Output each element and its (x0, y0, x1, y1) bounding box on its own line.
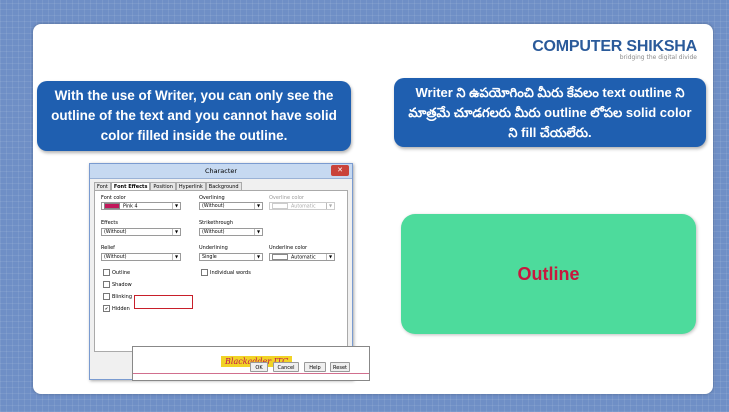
chevron-down-icon: ▼ (254, 229, 262, 235)
strikethrough-select[interactable]: (Without) ▼ (199, 228, 263, 236)
telugu-instruction-text: Writer ని ఉపయోగించి మీరు కేవలం text outl… (408, 84, 692, 140)
preview-underline (133, 373, 369, 374)
answer-box: Outline (401, 214, 696, 334)
font-color-label: Font color (101, 195, 126, 201)
overline-color-value: Automatic (291, 204, 316, 210)
checkbox-box (103, 293, 110, 300)
relief-label: Relief (101, 245, 115, 251)
chevron-down-icon: ▼ (326, 203, 334, 209)
strikethrough-label: Strikethrough (199, 220, 234, 226)
dialog-title: Character (204, 167, 238, 175)
underlining-label: Underlining (199, 245, 228, 251)
effects-select[interactable]: (Without) ▼ (101, 228, 181, 236)
chevron-down-icon: ▼ (254, 203, 262, 209)
checkbox-box (103, 269, 110, 276)
underline-color-select[interactable]: Automatic ▼ (269, 253, 335, 261)
effects-label: Effects (101, 220, 118, 226)
font-color-select[interactable]: Pink 4 ▼ (101, 202, 181, 210)
english-instruction-callout: With the use of Writer, you can only see… (37, 81, 351, 151)
reset-button[interactable]: Reset (330, 362, 350, 372)
font-color-swatch (104, 203, 120, 209)
chevron-down-icon: ▼ (172, 203, 180, 209)
shadow-checkbox[interactable]: Shadow (103, 281, 132, 288)
overlining-select[interactable]: (Without) ▼ (199, 202, 263, 210)
chevron-down-icon: ▼ (172, 229, 180, 235)
blinking-checkbox[interactable]: Blinking (103, 293, 132, 300)
overline-color-label: Overline color (269, 195, 304, 201)
character-dialog: Character ✕ Font Font Effects Position H… (89, 163, 370, 381)
chevron-down-icon: ▼ (254, 254, 262, 260)
underline-color-swatch (272, 254, 288, 260)
close-icon[interactable]: ✕ (331, 165, 349, 176)
relief-value: (Without) (104, 255, 127, 260)
font-color-value: Pink 4 (123, 204, 138, 210)
check-icon: ✔ (103, 305, 110, 312)
relief-select[interactable]: (Without) ▼ (101, 253, 181, 261)
telugu-instruction-callout: Writer ని ఉపయోగించి మీరు కేవలం text outl… (394, 78, 706, 147)
overlining-label: Overlining (199, 195, 225, 201)
underlining-value: Single (202, 255, 217, 260)
checkbox-box (201, 269, 208, 276)
effects-value: (Without) (104, 230, 127, 235)
computer-shiksha-logo: COMPUTER SHIKSHA bridging the digital di… (532, 38, 697, 61)
underline-color-value: Automatic (291, 255, 316, 261)
chevron-down-icon: ▼ (172, 254, 180, 260)
outline-checkbox[interactable]: Outline (103, 269, 130, 276)
checkbox-box (103, 281, 110, 288)
outline-highlight-box (134, 295, 193, 309)
underline-color-label: Underline color (269, 245, 308, 251)
underlining-select[interactable]: Single ▼ (199, 253, 263, 261)
outline-label: Outline (112, 269, 131, 276)
hidden-label: Hidden (112, 305, 130, 312)
help-button[interactable]: Help (304, 362, 326, 372)
english-instruction-text: With the use of Writer, you can only see… (51, 88, 337, 143)
overline-color-select[interactable]: Automatic ▼ (269, 202, 335, 210)
slide-canvas: COMPUTER SHIKSHA bridging the digital di… (33, 24, 713, 394)
blinking-label: Blinking (112, 293, 133, 300)
chevron-down-icon: ▼ (326, 254, 334, 260)
cancel-button[interactable]: Cancel (273, 362, 299, 372)
individual-words-checkbox[interactable]: Individual words (201, 269, 251, 276)
dialog-titlebar: Character ✕ (90, 164, 352, 179)
font-effects-panel: Font color Pink 4 ▼ Effects (Without) ▼ … (94, 190, 348, 352)
answer-text: Outline (517, 263, 580, 284)
overline-color-swatch (272, 203, 288, 209)
overlining-value: (Without) (202, 204, 225, 209)
individual-words-label: Individual words (210, 269, 251, 276)
ok-button[interactable]: OK (250, 362, 268, 372)
strikethrough-value: (Without) (202, 230, 225, 235)
shadow-label: Shadow (112, 281, 132, 288)
hidden-checkbox[interactable]: ✔ Hidden (103, 305, 130, 312)
